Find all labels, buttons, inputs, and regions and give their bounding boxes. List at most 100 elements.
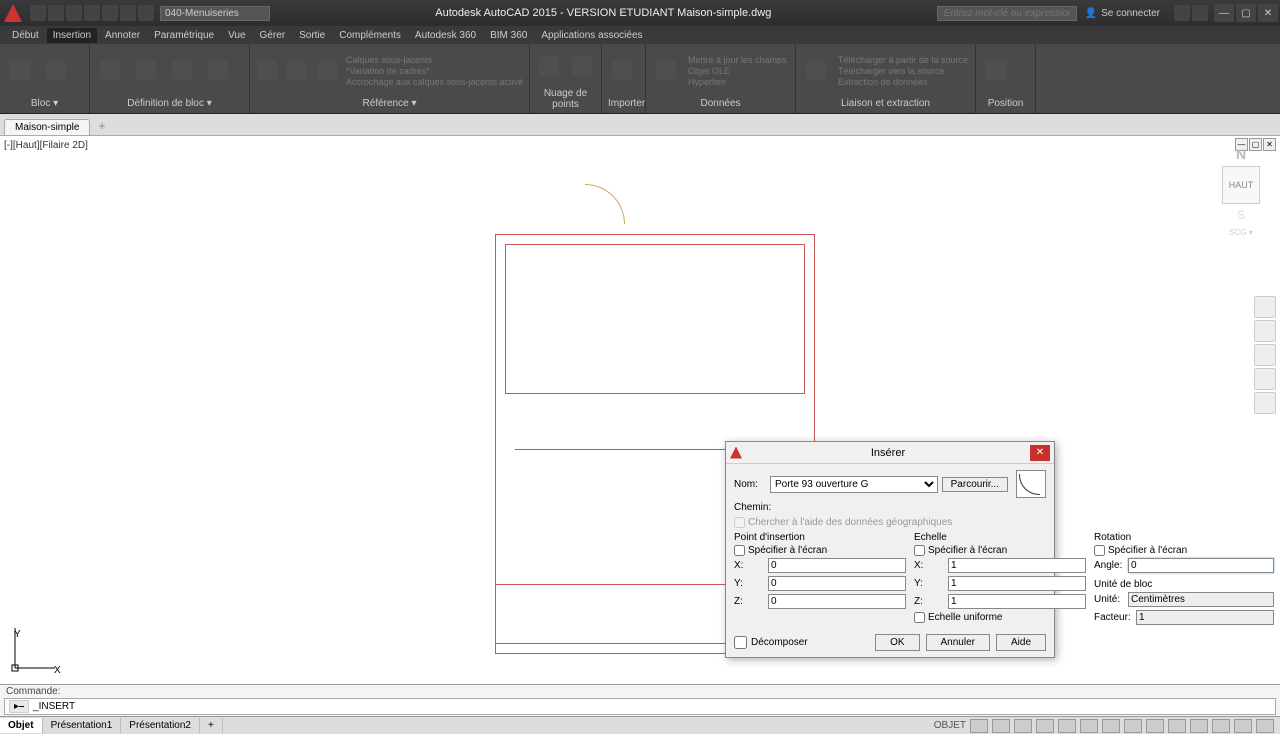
point-y-input[interactable]	[768, 576, 906, 591]
help-icon[interactable]	[1192, 5, 1208, 21]
status-otrack-icon[interactable]	[1080, 719, 1098, 733]
scale-specify-checkbox[interactable]	[914, 545, 925, 556]
nav-zoom-icon[interactable]	[1254, 344, 1276, 366]
status-workspace-icon[interactable]	[1212, 719, 1230, 733]
view-cube[interactable]: N HAUT S SCG ▾	[1212, 146, 1270, 237]
field-button[interactable]	[650, 51, 682, 91]
dialog-title: Insérer	[746, 447, 1030, 459]
decompose-checkbox[interactable]	[734, 636, 747, 649]
insert-button[interactable]	[4, 51, 36, 91]
close-button[interactable]: ✕	[1258, 4, 1278, 22]
datalink-button[interactable]	[800, 51, 832, 91]
viewcube-face[interactable]: HAUT	[1222, 166, 1260, 204]
panel-position-label: Position	[980, 96, 1031, 111]
maximize-button[interactable]: ▢	[1236, 4, 1256, 22]
cancel-button[interactable]: Annuler	[926, 634, 990, 651]
recap-button[interactable]	[534, 46, 564, 86]
minimize-button[interactable]: —	[1214, 4, 1234, 22]
viewcube-ucs[interactable]: SCG ▾	[1212, 228, 1270, 237]
qat-redo-icon[interactable]	[138, 5, 154, 21]
qat-save-icon[interactable]	[66, 5, 82, 21]
panel-defbloc-label[interactable]: Définition de bloc ▾	[94, 96, 245, 111]
status-polar-icon[interactable]	[1036, 719, 1054, 733]
drawing-area[interactable]: — ▢ ✕ [-][Haut][Filaire 2D] N HAUT S SCG…	[0, 136, 1280, 684]
status-transparency-icon[interactable]	[1146, 719, 1164, 733]
panel-import: Importer	[602, 44, 646, 113]
tab-sortie[interactable]: Sortie	[293, 28, 331, 43]
status-ortho-icon[interactable]	[1014, 719, 1032, 733]
attach-pc-button[interactable]	[568, 46, 598, 86]
define-attr-button[interactable]	[130, 51, 162, 91]
tab-vue[interactable]: Vue	[222, 28, 251, 43]
uniform-scale-checkbox[interactable]	[914, 612, 925, 623]
nav-orbit-icon[interactable]	[1254, 368, 1276, 390]
status-snap-icon[interactable]	[992, 719, 1010, 733]
nav-showmotion-icon[interactable]	[1254, 392, 1276, 414]
signin-label: Se connecter	[1101, 8, 1160, 19]
tab-bim360[interactable]: BIM 360	[484, 28, 533, 43]
adjust-button[interactable]	[314, 51, 340, 91]
qat-plot-icon[interactable]	[102, 5, 118, 21]
tab-layout2[interactable]: Présentation2	[121, 718, 200, 733]
block-name-select[interactable]: Porte 93 ouverture G	[770, 476, 938, 493]
point-x-input[interactable]	[768, 558, 906, 573]
rotation-angle-input[interactable]	[1128, 558, 1274, 573]
import-button[interactable]	[606, 51, 638, 91]
tab-parametrique[interactable]: Paramétrique	[148, 28, 220, 43]
dialog-titlebar[interactable]: Insérer ✕	[726, 442, 1054, 464]
attach-button[interactable]	[254, 51, 280, 91]
tab-complements[interactable]: Compléments	[333, 28, 407, 43]
command-input-row[interactable]: ▸⎯ _INSERT	[4, 698, 1276, 715]
file-tab-active[interactable]: Maison-simple	[4, 119, 90, 135]
help-button[interactable]: Aide	[996, 634, 1046, 651]
nav-wheel-icon[interactable]	[1254, 296, 1276, 318]
command-text[interactable]: _INSERT	[33, 701, 75, 712]
panel-reference-label[interactable]: Référence ▾	[254, 96, 525, 111]
ok-button[interactable]: OK	[875, 634, 919, 651]
tab-annoter[interactable]: Annoter	[99, 28, 146, 43]
workspace-combo[interactable]	[160, 6, 270, 21]
status-osnap-icon[interactable]	[1058, 719, 1076, 733]
tab-insertion[interactable]: Insertion	[47, 28, 97, 43]
block-editor-button[interactable]	[202, 51, 234, 91]
status-dyn-icon[interactable]	[1102, 719, 1120, 733]
status-cycling-icon[interactable]	[1168, 719, 1186, 733]
panel-bloc-label[interactable]: Bloc ▾	[4, 96, 85, 111]
scale-x-input[interactable]	[948, 558, 1086, 573]
help-search-input[interactable]	[937, 6, 1077, 21]
create-block-button[interactable]	[94, 51, 126, 91]
edit-attributes-button[interactable]	[40, 51, 72, 91]
qat-new-icon[interactable]	[30, 5, 46, 21]
nav-pan-icon[interactable]	[1254, 320, 1276, 342]
tab-apps[interactable]: Applications associées	[535, 28, 648, 43]
status-lwt-icon[interactable]	[1124, 719, 1142, 733]
rotation-specify-checkbox[interactable]	[1094, 545, 1105, 556]
exchange-icon[interactable]	[1174, 5, 1190, 21]
browse-button[interactable]: Parcourir...	[942, 477, 1008, 492]
status-annoscale-icon[interactable]	[1190, 719, 1208, 733]
dialog-close-button[interactable]: ✕	[1030, 445, 1050, 461]
status-custom-icon[interactable]	[1256, 719, 1274, 733]
status-mode[interactable]: OBJET	[934, 720, 966, 731]
tab-layout1[interactable]: Présentation1	[43, 718, 122, 733]
scale-y-input[interactable]	[948, 576, 1086, 591]
tab-gerer[interactable]: Gérer	[254, 28, 292, 43]
tab-debut[interactable]: Début	[6, 28, 45, 43]
tab-add[interactable]: +	[200, 718, 223, 733]
viewport-label[interactable]: [-][Haut][Filaire 2D]	[4, 140, 88, 151]
qat-open-icon[interactable]	[48, 5, 64, 21]
point-specify-checkbox[interactable]	[734, 545, 745, 556]
tab-model[interactable]: Objet	[0, 718, 43, 733]
qat-saveas-icon[interactable]	[84, 5, 100, 21]
tab-autodesk360[interactable]: Autodesk 360	[409, 28, 482, 43]
point-z-input[interactable]	[768, 594, 906, 609]
status-cleanscreen-icon[interactable]	[1234, 719, 1252, 733]
manage-attr-button[interactable]	[166, 51, 198, 91]
status-grid-icon[interactable]	[970, 719, 988, 733]
location-button[interactable]	[980, 51, 1012, 91]
scale-z-input[interactable]	[948, 594, 1086, 609]
signin-button[interactable]: 👤 Se connecter	[1085, 8, 1160, 19]
qat-undo-icon[interactable]	[120, 5, 136, 21]
new-tab-button[interactable]: +	[92, 117, 111, 135]
clip-button[interactable]	[284, 51, 310, 91]
